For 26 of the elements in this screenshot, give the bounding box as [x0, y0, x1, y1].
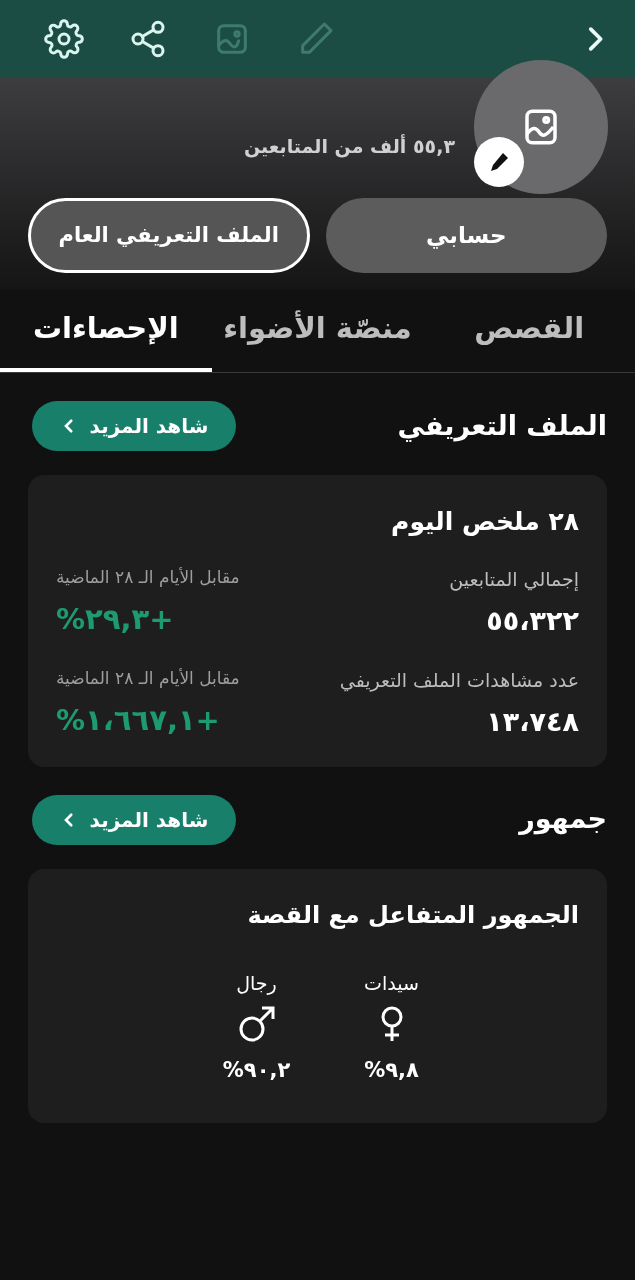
change-percent: %٢٩,٣+: [56, 601, 174, 638]
see-more-button[interactable]: شاهد المزيد: [32, 794, 236, 845]
comparison-label: مقابل الأيام الـ ٢٨ الماضية: [56, 565, 240, 589]
metric-label: عدد مشاهدات الملف التعريفي: [338, 667, 579, 694]
settings-icon: [44, 19, 84, 59]
gender-share: %٩٠,٢: [222, 1057, 291, 1084]
metric-label: إجمالي المتابعين: [448, 566, 579, 593]
gender-share: %٩,٨: [364, 1057, 419, 1084]
card-title: الجمهور المتفاعل مع القصة: [246, 899, 579, 931]
gender-label: سيدات: [364, 970, 419, 996]
card-title: ٢٨ ملخص اليوم: [390, 506, 579, 538]
change-percent: %١،٦٦٧,١+: [56, 702, 220, 739]
male-symbol-icon: [237, 1005, 276, 1043]
section-title: الملف التعريفي: [397, 408, 607, 444]
section-title: جمهور: [519, 802, 607, 837]
follower-count: ٥٥,٣ ألف من المتابعين: [244, 133, 455, 160]
profile-button[interactable]: الملف التعريفي العام: [28, 198, 310, 273]
tab[interactable]: منصّة الأضواء: [211, 290, 424, 372]
profile-button[interactable]: حسابي: [325, 198, 607, 273]
see-more-button[interactable]: شاهد المزيد: [32, 401, 236, 451]
comparison-label: مقابل الأيام الـ ٢٨ الماضية: [56, 666, 240, 690]
tab[interactable]: القصص: [423, 290, 635, 372]
gender-label: رجال: [236, 970, 277, 997]
metric-value: ١٣،٧٤٨: [485, 705, 579, 739]
tab[interactable]: الإحصاءات: [0, 290, 212, 372]
metric-value: ٥٥،٣٢٢: [485, 604, 579, 638]
